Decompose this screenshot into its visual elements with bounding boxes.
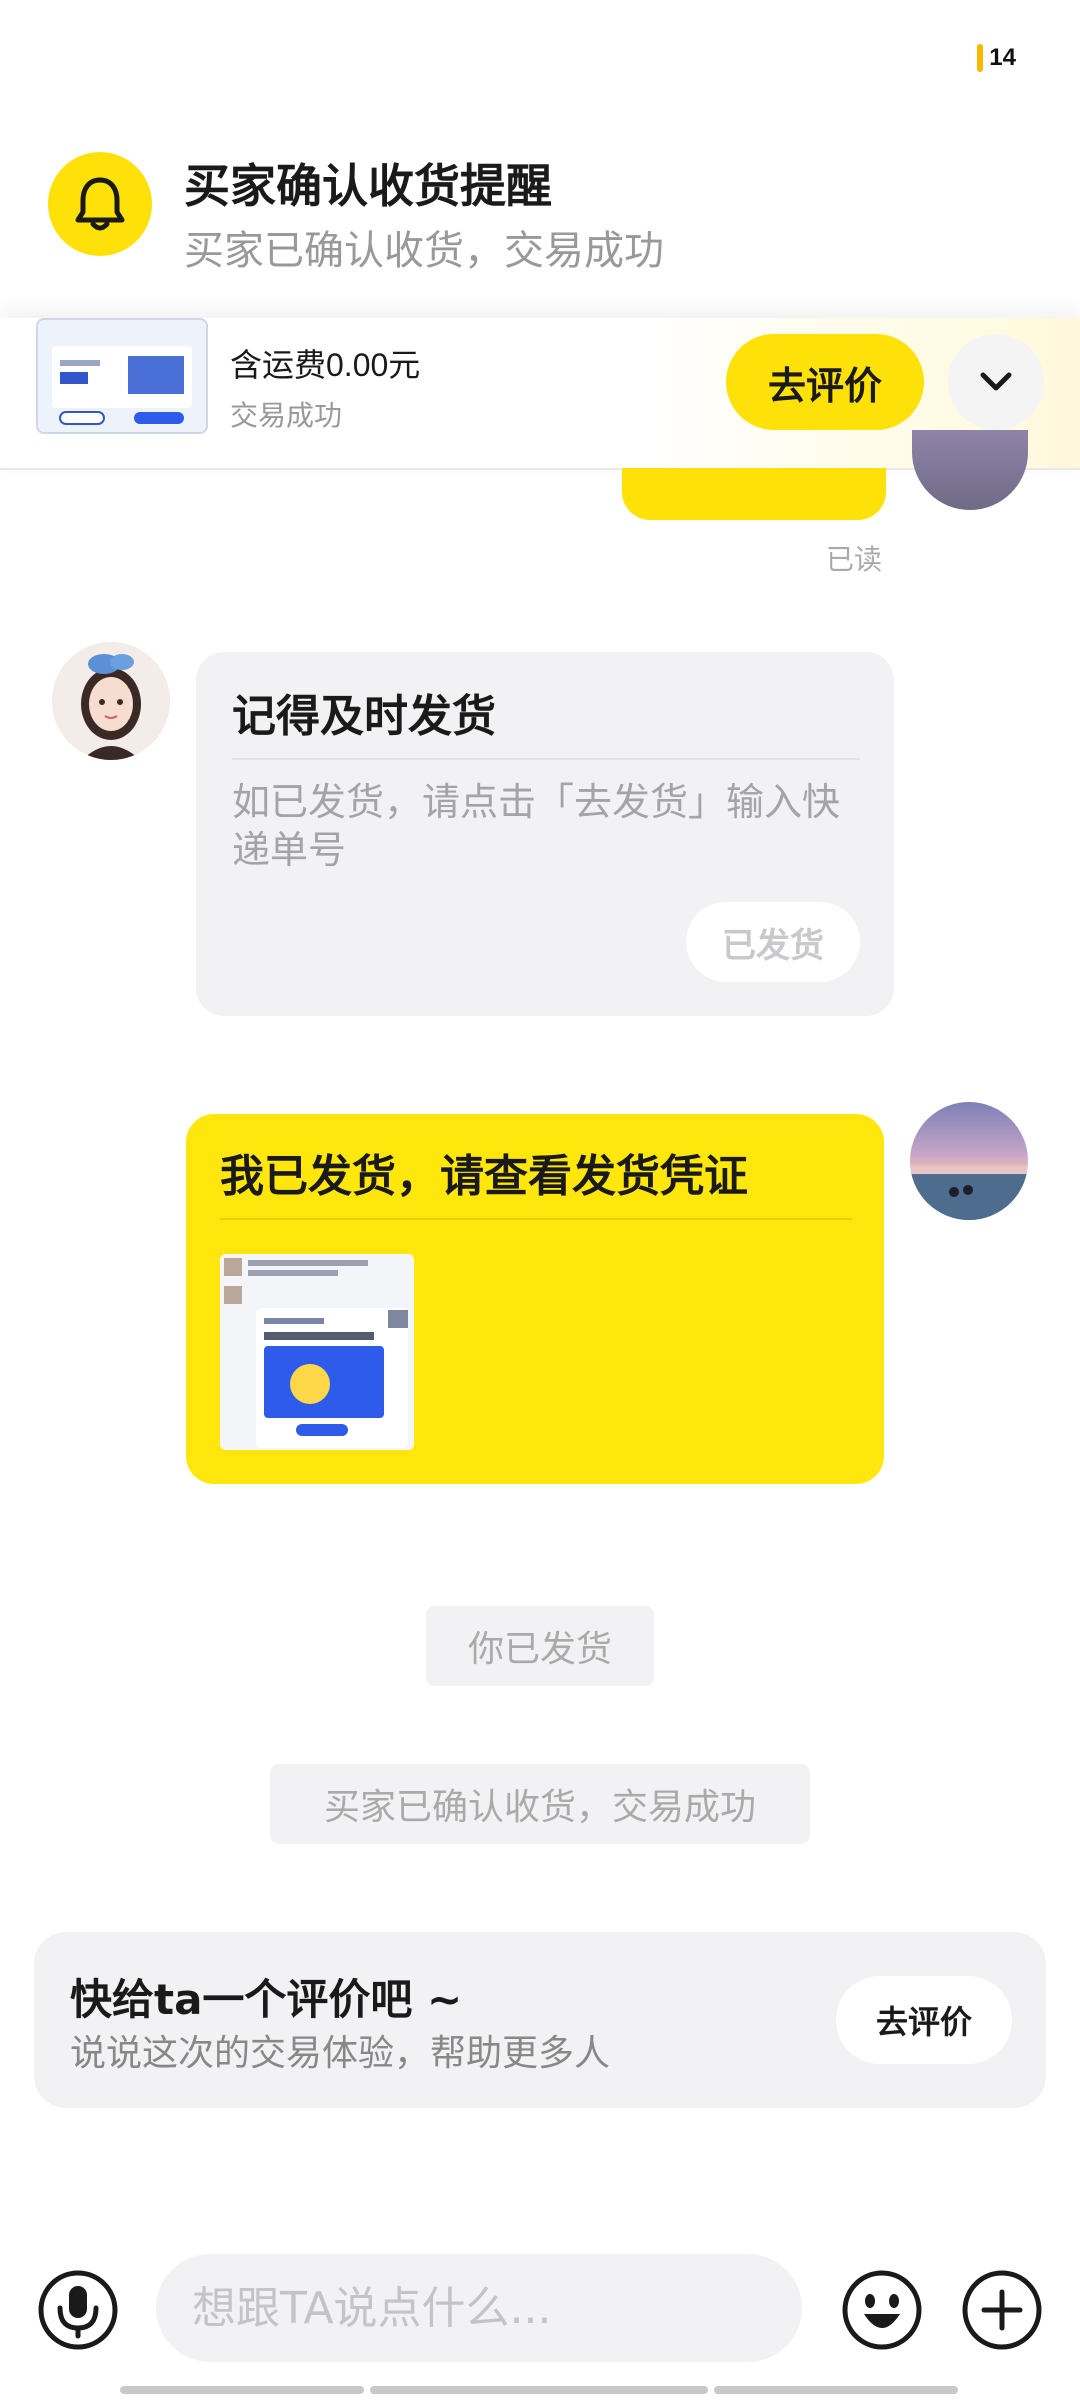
- card-divider: [232, 758, 860, 760]
- emoji-icon[interactable]: [840, 2268, 924, 2352]
- shipped-button[interactable]: 已发货: [686, 902, 860, 982]
- status-bar: [0, 0, 1080, 120]
- order-review-button[interactable]: 去评价: [726, 334, 924, 430]
- seller-avatar[interactable]: [910, 1102, 1028, 1220]
- order-status: 交易成功: [230, 399, 343, 432]
- bell-icon: [48, 152, 152, 256]
- read-receipt: 已读: [826, 543, 883, 576]
- navigation-bar: [120, 2386, 960, 2394]
- order-price: 含运费0.00元: [230, 347, 421, 383]
- product-thumbnail[interactable]: [36, 318, 208, 434]
- seller-avatar-partial[interactable]: [912, 430, 1028, 510]
- plus-icon[interactable]: [960, 2268, 1044, 2352]
- notification-title: 买家确认收货提醒: [184, 159, 552, 213]
- nav-segment: [120, 2386, 364, 2394]
- nav-segment: [370, 2386, 708, 2394]
- ship-reminder-title: 记得及时发货: [232, 691, 496, 742]
- shipping-proof-image[interactable]: [220, 1254, 414, 1450]
- review-prompt-subtitle: 说说这次的交易体验，帮助更多人: [70, 2033, 611, 2074]
- chevron-down-icon[interactable]: [948, 334, 1044, 430]
- previous-message-bubble[interactable]: [622, 468, 886, 520]
- system-message-shipped: 你已发货: [426, 1606, 654, 1686]
- battery-icon: [977, 44, 984, 72]
- review-prompt-title: 快给ta一个评价吧 ~: [70, 1975, 463, 2024]
- battery-level: 14: [989, 44, 1016, 71]
- review-button[interactable]: 去评价: [836, 1976, 1012, 2064]
- shipping-proof-title: 我已发货，请查看发货凭证: [220, 1151, 748, 1202]
- battery-indicator: 14: [977, 44, 1016, 72]
- message-input[interactable]: [156, 2254, 802, 2362]
- buyer-avatar[interactable]: [52, 642, 170, 760]
- ship-reminder-body: 如已发货，请点击「去发货」输入快递单号: [232, 780, 841, 872]
- nav-segment: [714, 2386, 958, 2394]
- system-message-confirmed: 买家已确认收货，交易成功: [270, 1764, 810, 1844]
- notification-subtitle: 买家已确认收货，交易成功: [184, 228, 664, 274]
- microphone-icon[interactable]: [36, 2268, 120, 2352]
- card-divider: [220, 1218, 852, 1220]
